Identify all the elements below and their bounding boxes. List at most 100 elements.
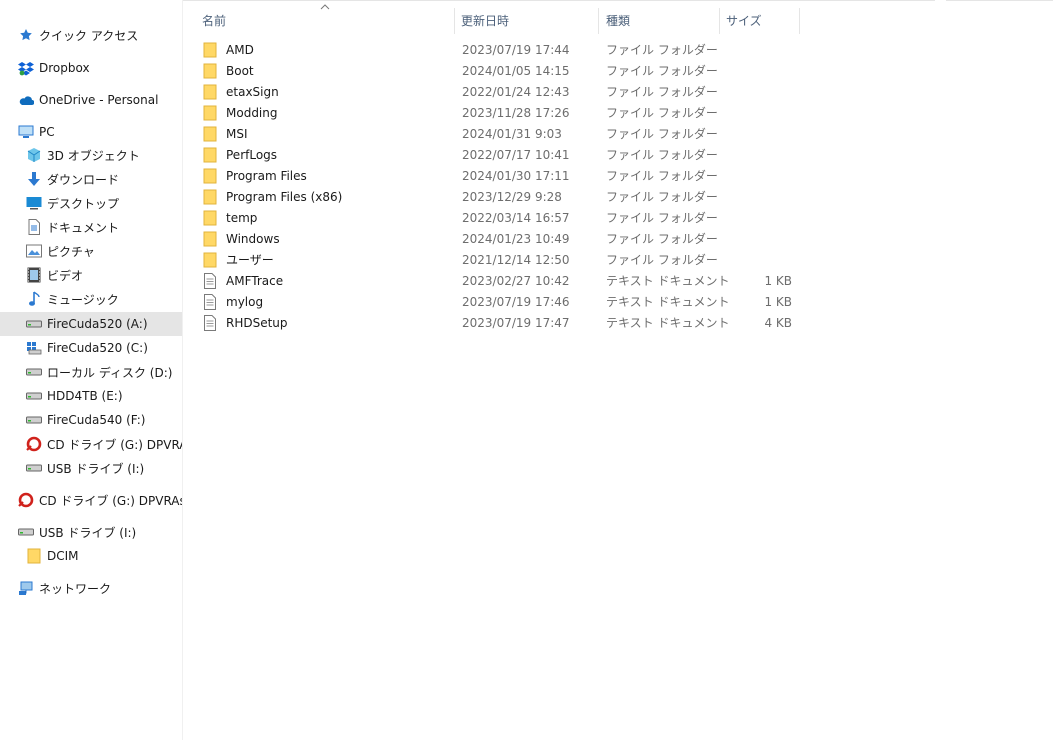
drive-icon xyxy=(26,364,42,380)
file-row[interactable]: ユーザー 2021/12/14 12:50 ファイル フォルダー xyxy=(198,249,803,270)
file-date: 2023/07/19 17:46 xyxy=(462,294,570,309)
nav-label: CD ドライブ (G:) DPVRAssistant xyxy=(39,493,183,508)
file-name: Program Files (x86) xyxy=(226,189,343,204)
nav-drive-f[interactable]: FireCuda540 (F:) xyxy=(0,408,182,432)
nav-label: FireCuda520 (A:) xyxy=(47,317,148,331)
nav-drive-e[interactable]: HDD4TB (E:) xyxy=(0,384,182,408)
top-divider xyxy=(183,0,935,1)
file-name: MSI xyxy=(226,126,248,141)
file-name-cell: temp xyxy=(202,207,257,228)
file-size: 4 KB xyxy=(764,315,792,330)
file-size xyxy=(718,228,792,249)
file-name: RHDSetup xyxy=(226,315,288,330)
nav-label: FireCuda520 (C:) xyxy=(47,341,148,355)
nav-3d-objects[interactable]: 3D オブジェクト xyxy=(0,143,182,167)
cd-drive-icon xyxy=(26,436,42,452)
column-header-name[interactable]: 名前 xyxy=(202,8,452,32)
nav-cd-drive-g-root[interactable]: CD ドライブ (G:) DPVRAssistant xyxy=(0,488,183,512)
document-icon xyxy=(26,219,42,235)
file-row[interactable]: MSI 2024/01/31 9:03 ファイル フォルダー xyxy=(198,123,803,144)
nav-usb-drive-i[interactable]: USB ドライブ (I:) xyxy=(0,456,182,480)
nav-pc[interactable]: PC xyxy=(0,120,182,144)
text-file-icon xyxy=(202,293,218,310)
text-file-icon xyxy=(202,272,218,289)
drive-icon xyxy=(26,388,42,404)
nav-network[interactable]: ネットワーク xyxy=(0,576,182,600)
file-row[interactable]: Boot 2024/01/05 14:15 ファイル フォルダー xyxy=(198,60,803,81)
file-row[interactable]: mylog 2023/07/19 17:46 テキスト ドキュメント 1 KB xyxy=(198,291,803,312)
file-type: ファイル フォルダー xyxy=(606,64,718,78)
nav-quick-access[interactable]: クイック アクセス xyxy=(0,23,182,47)
file-row[interactable]: etaxSign 2022/01/24 12:43 ファイル フォルダー xyxy=(198,81,803,102)
nav-drive-c[interactable]: FireCuda520 (C:) xyxy=(0,336,182,360)
nav-videos[interactable]: ビデオ xyxy=(0,263,182,287)
file-name-cell: AMFTrace xyxy=(202,270,283,291)
folder-icon xyxy=(202,42,218,58)
nav-pictures[interactable]: ピクチャ xyxy=(0,239,182,263)
column-divider[interactable] xyxy=(454,8,455,34)
file-name: AMFTrace xyxy=(226,273,284,288)
nav-drive-d[interactable]: ローカル ディスク (D:) xyxy=(0,360,182,384)
nav-usb-drive-root[interactable]: USB ドライブ (I:) xyxy=(0,520,182,544)
nav-label: FireCuda540 (F:) xyxy=(47,413,146,427)
nav-label: PC xyxy=(39,125,55,139)
file-size xyxy=(718,249,792,270)
nav-label: ドキュメント xyxy=(47,220,120,235)
nav-desktop[interactable]: デスクトップ xyxy=(0,191,182,215)
column-divider[interactable] xyxy=(799,8,800,34)
file-date: 2024/01/23 10:49 xyxy=(462,231,570,246)
file-date: 2023/07/19 17:47 xyxy=(462,315,570,330)
nav-label: ビデオ xyxy=(47,268,84,283)
file-row[interactable]: PerfLogs 2022/07/17 10:41 ファイル フォルダー xyxy=(198,144,803,165)
file-size xyxy=(718,165,792,186)
folder-icon xyxy=(202,189,218,205)
file-name-cell: Program Files (x86) xyxy=(202,186,342,207)
nav-label: ローカル ディスク (D:) xyxy=(47,365,173,380)
file-name-cell: Program Files xyxy=(202,165,307,186)
nav-dcim[interactable]: DCIM xyxy=(0,544,182,568)
file-type: ファイル フォルダー xyxy=(606,106,718,120)
nav-dropbox[interactable]: Dropbox xyxy=(0,56,182,80)
cd-drive-icon xyxy=(18,492,34,508)
text-file-icon xyxy=(202,314,218,331)
drive-icon xyxy=(26,316,42,332)
file-row[interactable]: AMD 2023/07/19 17:44 ファイル フォルダー xyxy=(198,39,803,60)
column-divider[interactable] xyxy=(598,8,599,34)
nav-label: ピクチャ xyxy=(47,244,95,259)
nav-label: USB ドライブ (I:) xyxy=(47,461,145,476)
desktop-icon xyxy=(26,195,42,211)
nav-onedrive[interactable]: OneDrive - Personal xyxy=(0,88,182,112)
nav-downloads[interactable]: ダウンロード xyxy=(0,167,182,191)
file-date: 2023/07/19 17:44 xyxy=(462,42,570,57)
file-row[interactable]: Modding 2023/11/28 17:26 ファイル フォルダー xyxy=(198,102,803,123)
file-row[interactable]: Program Files 2024/01/30 17:11 ファイル フォルダ… xyxy=(198,165,803,186)
column-divider[interactable] xyxy=(719,8,720,34)
file-type: テキスト ドキュメント xyxy=(606,316,730,330)
file-row[interactable]: Windows 2024/01/23 10:49 ファイル フォルダー xyxy=(198,228,803,249)
file-name: Modding xyxy=(226,105,278,120)
file-name: Windows xyxy=(226,231,280,246)
nav-label: ダウンロード xyxy=(47,172,120,187)
file-row[interactable]: RHDSetup 2023/07/19 17:47 テキスト ドキュメント 4 … xyxy=(198,312,803,333)
nav-label: クイック アクセス xyxy=(39,28,139,43)
column-header-date[interactable]: 更新日時 xyxy=(461,8,596,32)
drive-icon xyxy=(26,460,42,476)
windows-drive-icon xyxy=(26,340,42,356)
file-size xyxy=(718,60,792,81)
file-row[interactable]: temp 2022/03/14 16:57 ファイル フォルダー xyxy=(198,207,803,228)
column-header-size[interactable]: サイズ xyxy=(726,8,796,32)
nav-label: CD ドライブ (G:) DPVRAssistant xyxy=(47,437,182,452)
nav-music[interactable]: ミュージック xyxy=(0,287,182,311)
column-header-type[interactable]: 種類 xyxy=(606,8,716,32)
file-type: ファイル フォルダー xyxy=(606,127,718,141)
nav-drive-a[interactable]: FireCuda520 (A:) xyxy=(0,312,182,336)
file-row[interactable]: AMFTrace 2023/02/27 10:42 テキスト ドキュメント 1 … xyxy=(198,270,803,291)
pc-icon xyxy=(18,124,34,140)
nav-cd-drive-g[interactable]: CD ドライブ (G:) DPVRAssistant xyxy=(0,432,182,456)
file-size xyxy=(718,186,792,207)
file-row[interactable]: Program Files (x86) 2023/12/29 9:28 ファイル… xyxy=(198,186,803,207)
download-icon xyxy=(26,171,42,187)
file-name: temp xyxy=(226,210,258,225)
navigation-pane[interactable]: クイック アクセス Dropbox OneDrive - Personal PC… xyxy=(0,0,183,740)
nav-documents[interactable]: ドキュメント xyxy=(0,215,182,239)
